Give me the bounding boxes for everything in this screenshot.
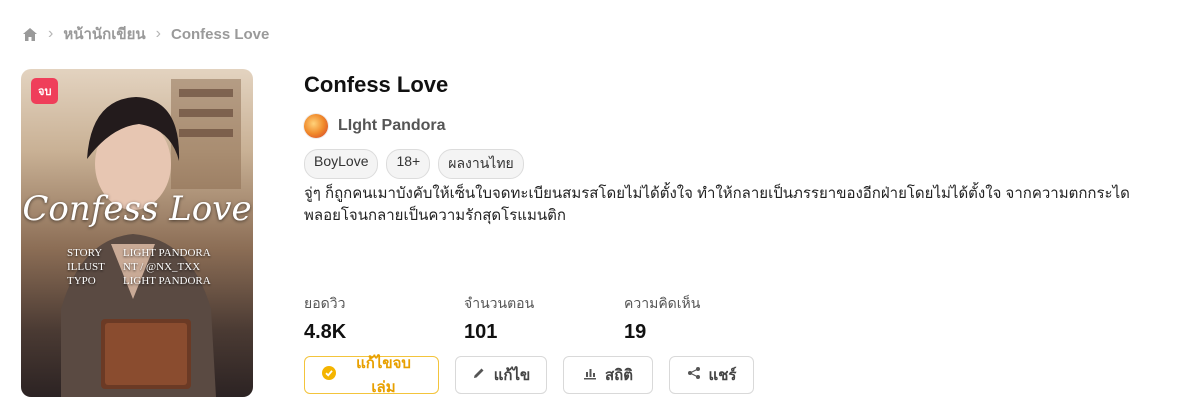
stats-button[interactable]: สถิติ [563, 356, 653, 394]
breadcrumb-writer-page[interactable]: หน้านักเขียน [63, 22, 145, 46]
stat-value: 4.8K [304, 321, 347, 343]
stats-label: สถิติ [605, 367, 633, 384]
finish-edit-label: แก้ไขจบเล่ม [356, 355, 411, 396]
share-label: แชร์ [708, 367, 737, 384]
credit-role: ILLUST [67, 261, 105, 273]
cover-title: Confess Love [22, 189, 252, 229]
breadcrumb-current: Confess Love [170, 25, 270, 43]
stat-episodes: จำนวนตอน 101 [464, 293, 624, 344]
badge-gear-icon [321, 365, 337, 385]
credit-role: TYPO [67, 275, 96, 287]
home-icon[interactable] [22, 27, 38, 42]
cover-illustration [61, 79, 241, 397]
chevron-right-icon: › [48, 25, 54, 42]
chevron-right-icon: › [155, 25, 161, 42]
stat-label: จำนวนตอน [464, 295, 535, 311]
tag-rating[interactable]: 18+ [386, 149, 431, 179]
stat-value: 19 [624, 321, 647, 343]
credit-name: LIGHT PANDORA [123, 275, 211, 287]
share-icon [687, 366, 701, 384]
credit-name: LIGHT PANDORA [123, 247, 211, 259]
avatar[interactable] [304, 114, 328, 138]
pencil-icon [472, 366, 486, 384]
author-name[interactable]: LIght Pandora [338, 117, 446, 135]
action-bar: แก้ไขจบเล่ม แก้ไข สถิติ แชร์ [304, 355, 754, 396]
stat-label: ยอดวิว [304, 295, 346, 311]
stat-label: ความคิดเห็น [624, 295, 701, 311]
stat-views: ยอดวิว 4.8K [304, 293, 464, 344]
share-button[interactable]: แชร์ [669, 356, 754, 394]
tag-list: BoyLove 18+ ผลงานไทย [304, 149, 524, 179]
stat-value: 101 [464, 321, 498, 343]
edit-label: แก้ไข [493, 367, 531, 384]
tag-thai-work[interactable]: ผลงานไทย [438, 149, 524, 179]
credit-role: STORY [67, 247, 103, 259]
cover-image: จบ Confess Love STORY LIGHT PANDORA ILLUS… [21, 69, 253, 397]
tag-boylove[interactable]: BoyLove [304, 149, 379, 179]
cover-credits: STORY LIGHT PANDORA ILLUST NT / @NX_TXX TY… [67, 246, 211, 288]
credit-name: NT / @NX_TXX [123, 261, 201, 273]
stat-comments: ความคิดเห็น 19 [624, 293, 784, 344]
synopsis: จู่ๆ ก็ถูกคนเมาบังคับให้เซ็นใบจดทะเบียนส… [304, 185, 1130, 224]
edit-button[interactable]: แก้ไข [455, 356, 547, 394]
author[interactable]: LIght Pandora [304, 114, 446, 138]
novel-title: Confess Love [304, 72, 449, 97]
finish-edit-button[interactable]: แก้ไขจบเล่ม [304, 355, 439, 396]
bar-chart-icon [583, 366, 597, 384]
breadcrumb: › หน้านักเขียน › Confess Love [22, 22, 269, 46]
status-badge: จบ [31, 78, 59, 104]
stats: ยอดวิว 4.8K จำนวนตอน 101 ความคิดเห็น 19 [304, 293, 784, 344]
